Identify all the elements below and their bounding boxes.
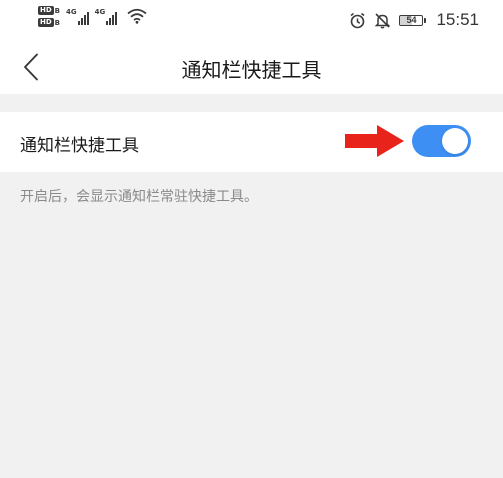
- hd-indicators: HD B HD B: [38, 6, 60, 27]
- bell-off-icon: [375, 12, 391, 28]
- setting-row-notification-shortcut[interactable]: 通知栏快捷工具: [0, 112, 503, 172]
- hd-label: HD: [38, 6, 54, 15]
- red-arrow-icon: [345, 125, 404, 157]
- cell-signal-1-icon: 4G: [66, 7, 89, 27]
- title-bar: 通知栏快捷工具: [0, 40, 503, 94]
- battery-tip: [424, 17, 427, 23]
- hd-label-2: HD: [38, 18, 54, 27]
- hd-badge-2: HD B: [38, 18, 60, 27]
- status-bar: HD B HD B 4G 4G 54 15:51: [0, 0, 503, 40]
- hd-sub: B: [54, 6, 61, 15]
- wifi-icon: [127, 8, 147, 24]
- hd-badge: HD B: [38, 6, 60, 15]
- toggle-knob: [442, 128, 468, 154]
- network-type-1: 4G: [66, 7, 77, 16]
- status-left: HD B HD B 4G 4G: [38, 6, 147, 27]
- notification-shortcut-toggle[interactable]: [412, 125, 471, 157]
- battery-body: 54: [399, 14, 424, 26]
- cell-signal-2-icon: 4G: [95, 7, 118, 27]
- battery-icon: 54: [399, 14, 427, 26]
- battery-percent: 54: [406, 14, 417, 25]
- setting-label: 通知栏快捷工具: [20, 136, 139, 156]
- setting-description: 开启后，会显示通知栏常驻快捷工具。: [20, 189, 258, 205]
- status-time: 15:51: [436, 10, 479, 29]
- hd-sub-2: B: [54, 18, 61, 27]
- status-right: 54 15:51: [349, 10, 479, 30]
- network-type-2: 4G: [94, 7, 106, 16]
- alarm-clock-icon: [350, 12, 365, 28]
- page-title: 通知栏快捷工具: [181, 58, 322, 82]
